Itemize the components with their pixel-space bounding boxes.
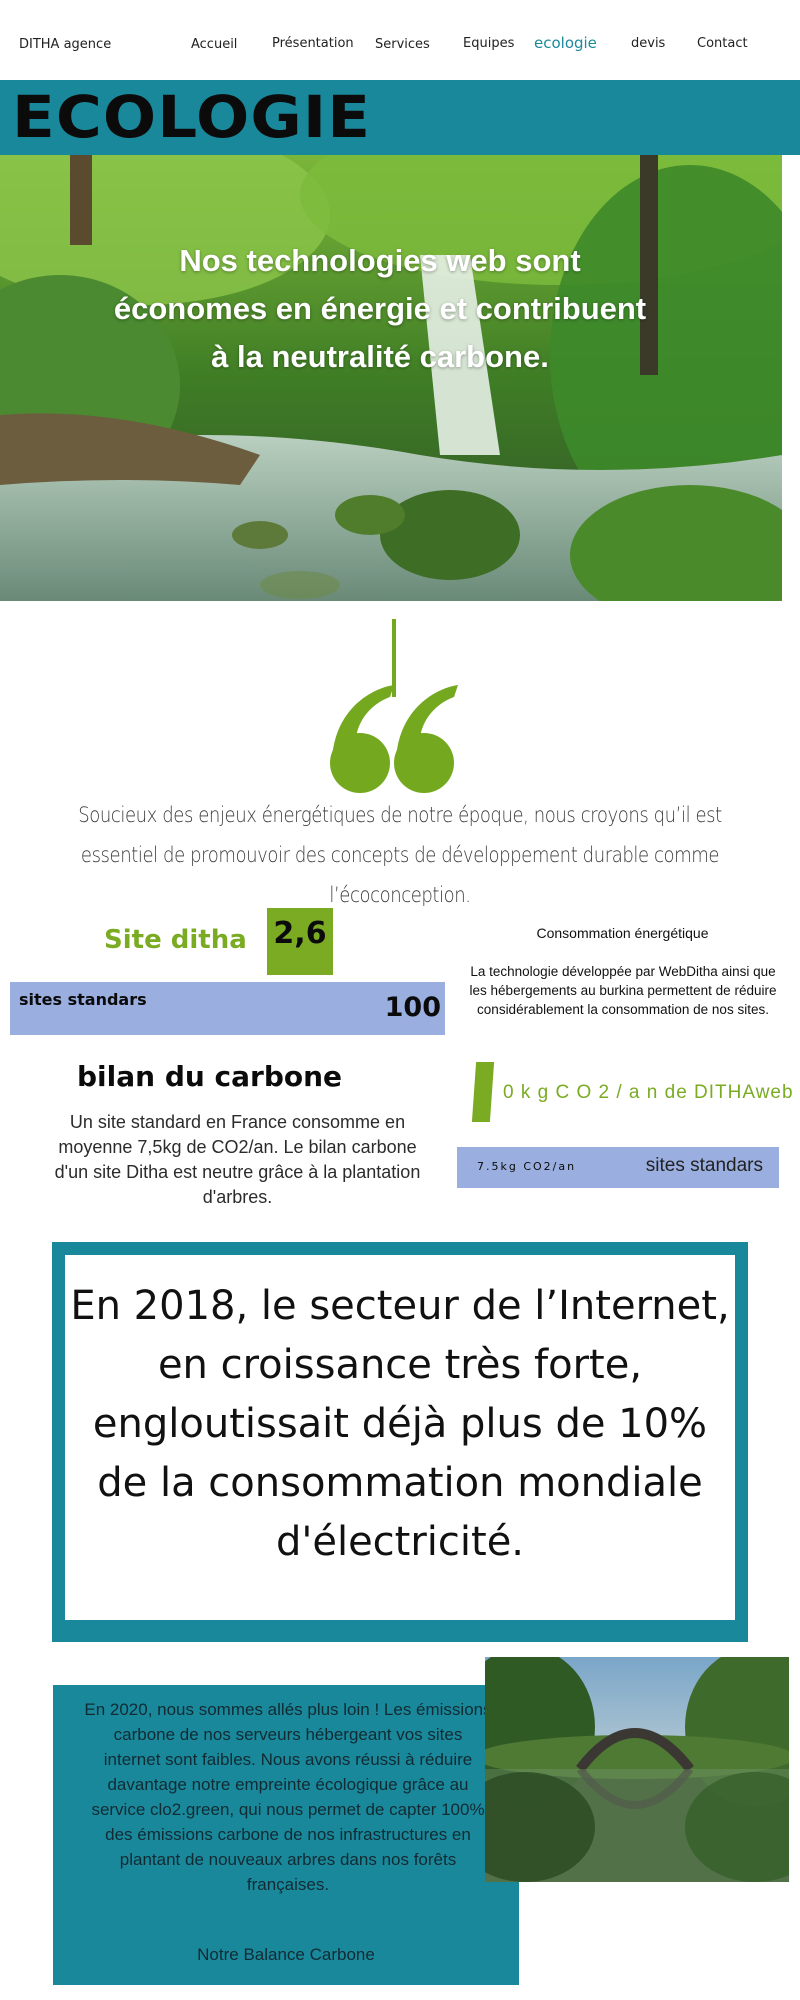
hero-forest-image: Nos technologies web sont économes en én… bbox=[0, 155, 782, 601]
balance-carbone-link[interactable]: Notre Balance Carbone bbox=[53, 1945, 519, 1965]
bilan-carbone-text: Un site standard en France consomme en m… bbox=[54, 1112, 421, 1207]
nav-item-ecologie[interactable]: ecologie bbox=[534, 34, 597, 52]
standard-co2-label: sites standars bbox=[645, 1155, 763, 1176]
quote-text: Soucieux des enjeux énergétiques de notr… bbox=[78, 803, 722, 907]
nav-item-equipes[interactable]: Equipes bbox=[463, 36, 514, 51]
nav-item-devis[interactable]: devis bbox=[631, 36, 665, 51]
consommation-title: Consommation énergétique bbox=[536, 925, 709, 941]
standard-sites-label: sites standars bbox=[19, 990, 147, 1009]
site-ditha-value: 2,6 bbox=[273, 916, 327, 951]
dithaweb-co2-stat: 0 k g C O 2 / a n de DITHAweb bbox=[503, 1082, 794, 1103]
site-ditha-value-box: 2,6 bbox=[267, 908, 333, 975]
dithaweb-co2-bar bbox=[471, 1062, 495, 1122]
carbon-2020-text: En 2020, nous sommes allés plus loin ! L… bbox=[84, 1700, 492, 1894]
ecologie-banner: ECOLOGIE bbox=[0, 80, 800, 155]
site-ditha-label: Site ditha bbox=[104, 925, 247, 955]
nav-item-services[interactable]: Services bbox=[375, 37, 430, 52]
bilan-carbone-title: bilan du carbone bbox=[77, 1060, 343, 1093]
standard-sites-value: 100 bbox=[384, 992, 441, 1023]
quote-mark-icon bbox=[328, 683, 458, 799]
internet-consumption-text: En 2018, le secteur de l’Internet, en cr… bbox=[70, 1283, 730, 1565]
standard-sites-bar: sites standars 100 bbox=[10, 982, 445, 1035]
internet-consumption-card: En 2018, le secteur de l’Internet, en cr… bbox=[65, 1255, 735, 1620]
standard-co2-value: 7.5kg CO2/an bbox=[477, 1160, 577, 1173]
internet-consumption-frame: En 2018, le secteur de l’Internet, en cr… bbox=[52, 1242, 748, 1642]
nav-item-accueil[interactable]: Accueil bbox=[191, 37, 237, 52]
brand-name[interactable]: DITHA agence bbox=[19, 37, 111, 52]
hero-headline: Nos technologies web sont économes en én… bbox=[113, 243, 647, 374]
carbon-2020-card: En 2020, nous sommes allés plus loin ! L… bbox=[53, 1685, 519, 1985]
standard-co2-bar: 7.5kg CO2/an sites standars bbox=[457, 1147, 779, 1188]
nav-item-contact[interactable]: Contact bbox=[697, 36, 748, 51]
consommation-text: La technologie développée par WebDitha a… bbox=[469, 964, 777, 1017]
page-title: ECOLOGIE bbox=[12, 83, 372, 151]
nav-item-presentation[interactable]: Présentation bbox=[272, 36, 354, 51]
bridge-lake-photo bbox=[485, 1657, 789, 1882]
